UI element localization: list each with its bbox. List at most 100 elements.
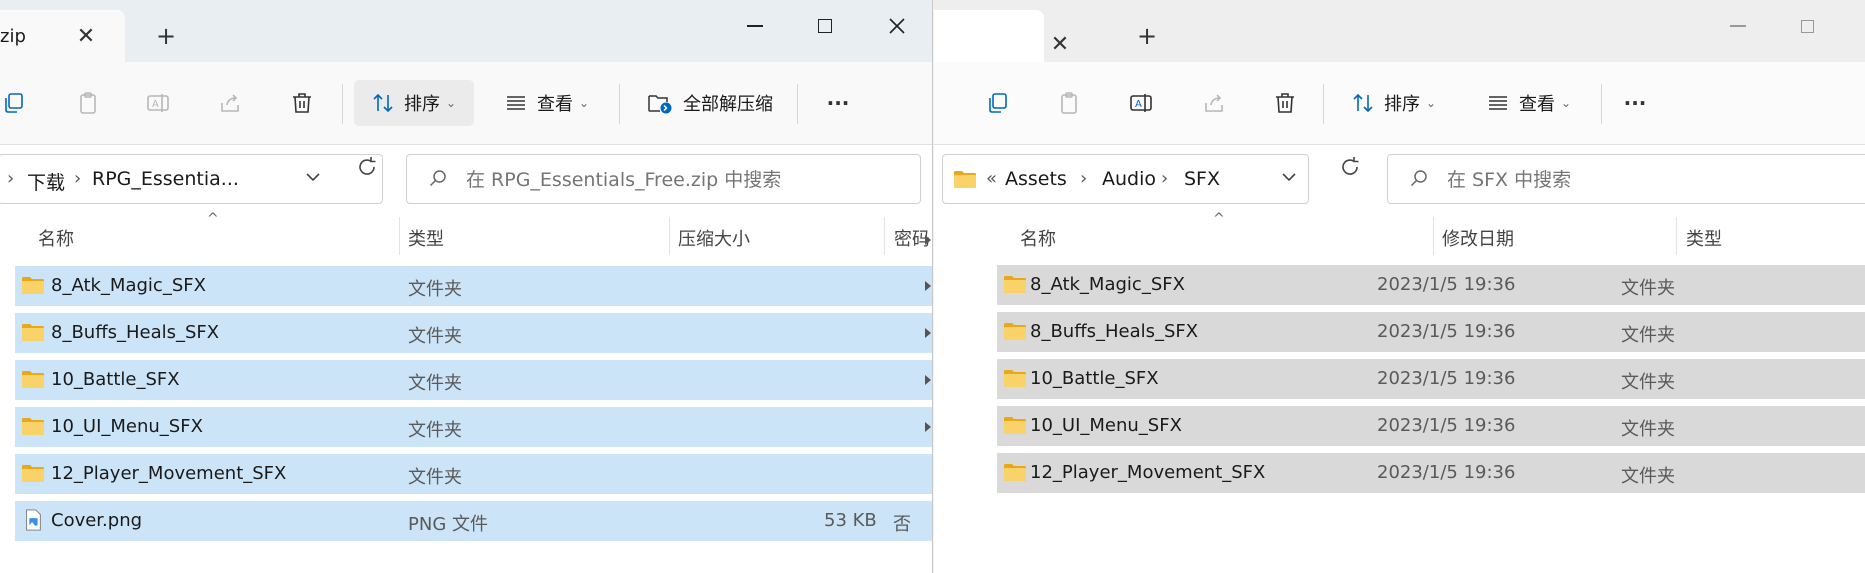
item-date-modified: 2023/1/5 19:36 bbox=[1377, 462, 1516, 483]
sort-icon bbox=[1353, 93, 1373, 113]
more-options-button[interactable]: ··· bbox=[818, 80, 858, 126]
paste-button[interactable] bbox=[1051, 80, 1087, 126]
trash-icon bbox=[1276, 93, 1294, 113]
view-button[interactable]: 查看 ⌄ bbox=[492, 80, 602, 126]
column-header-name[interactable]: 名称 bbox=[38, 225, 74, 251]
item-name: 10_UI_Menu_SFX bbox=[51, 416, 203, 437]
address-bar[interactable]: « Assets › Audio › SFX bbox=[942, 154, 1309, 204]
list-row[interactable]: Cover.png PNG 文件 53 KB 否 bbox=[15, 501, 932, 541]
column-divider[interactable] bbox=[1433, 217, 1434, 255]
breadcrumb-item-zip[interactable]: RPG_Essentia... bbox=[92, 168, 239, 190]
tab-close-icon[interactable]: ✕ bbox=[1047, 32, 1073, 57]
column-divider[interactable] bbox=[1676, 217, 1677, 255]
delete-button[interactable] bbox=[284, 80, 320, 126]
search-input[interactable] bbox=[1445, 164, 1809, 196]
refresh-icon[interactable] bbox=[355, 155, 379, 185]
scroll-marker-icon bbox=[925, 328, 931, 338]
list-row[interactable]: 8_Atk_Magic_SFX 文件夹 bbox=[15, 266, 932, 306]
maximize-icon bbox=[1800, 19, 1814, 33]
column-header-type[interactable]: 类型 bbox=[408, 225, 444, 251]
png-file-icon bbox=[23, 509, 43, 531]
column-header-name[interactable]: 名称 bbox=[1020, 225, 1056, 251]
item-name: 10_UI_Menu_SFX bbox=[1030, 415, 1182, 436]
search-box[interactable] bbox=[406, 154, 921, 204]
item-name: Cover.png bbox=[51, 510, 143, 531]
chevron-down-icon: ⌄ bbox=[445, 96, 457, 110]
view-icon bbox=[1488, 96, 1507, 110]
list-row[interactable]: 8_Buffs_Heals_SFX 文件夹 bbox=[15, 313, 932, 353]
item-name: 12_Player_Movement_SFX bbox=[1030, 462, 1266, 483]
refresh-icon[interactable] bbox=[1338, 155, 1362, 185]
more-options-button[interactable]: ··· bbox=[1615, 80, 1655, 126]
breadcrumb-item-downloads[interactable]: 下载 bbox=[27, 168, 65, 195]
copy-button[interactable] bbox=[980, 80, 1016, 126]
search-input[interactable] bbox=[464, 164, 828, 196]
maximize-button[interactable] bbox=[1783, 8, 1831, 44]
paste-button[interactable] bbox=[70, 80, 106, 126]
address-dropdown-chevron-icon[interactable] bbox=[305, 169, 321, 189]
folder-icon bbox=[953, 169, 977, 189]
share-button[interactable] bbox=[212, 80, 248, 126]
sort-ascending-icon: ^ bbox=[1213, 211, 1225, 227]
minimize-button[interactable] bbox=[1714, 8, 1762, 44]
breadcrumb-separator: › bbox=[1161, 168, 1169, 189]
command-bar: A 排序 ⌄ 查看 ⌄ ··· bbox=[934, 62, 1865, 145]
search-box[interactable] bbox=[1387, 154, 1865, 204]
toolbar-divider bbox=[342, 84, 343, 124]
column-header-type[interactable]: 类型 bbox=[1686, 225, 1722, 251]
breadcrumb-item-assets[interactable]: Assets bbox=[1005, 168, 1067, 190]
item-date-modified: 2023/1/5 19:36 bbox=[1377, 415, 1516, 436]
close-button[interactable] bbox=[873, 8, 921, 44]
breadcrumb-item-sfx[interactable]: SFX bbox=[1184, 168, 1220, 190]
item-name: 10_Battle_SFX bbox=[51, 369, 180, 390]
column-header-date-modified[interactable]: 修改日期 bbox=[1442, 225, 1514, 251]
maximize-button[interactable] bbox=[801, 8, 849, 44]
list-row[interactable]: 12_Player_Movement_SFX 文件夹 bbox=[15, 454, 932, 494]
column-divider[interactable] bbox=[399, 217, 400, 255]
sort-button[interactable]: 排序 ⌄ bbox=[354, 80, 474, 126]
minimize-button[interactable] bbox=[731, 8, 779, 44]
list-row[interactable]: 8_Buffs_Heals_SFX 2023/1/5 19:36 文件夹 bbox=[997, 312, 1865, 352]
list-row[interactable]: 8_Atk_Magic_SFX 2023/1/5 19:36 文件夹 bbox=[997, 265, 1865, 305]
scroll-marker-icon bbox=[925, 422, 931, 432]
copy-button[interactable] bbox=[0, 80, 32, 126]
item-type: 文件夹 bbox=[1621, 419, 1675, 440]
folder-icon bbox=[21, 275, 45, 295]
list-row[interactable]: 12_Player_Movement_SFX 2023/1/5 19:36 文件… bbox=[997, 453, 1865, 493]
minimize-icon bbox=[747, 25, 763, 27]
address-dropdown-chevron-icon[interactable] bbox=[1281, 169, 1297, 189]
list-row[interactable]: 10_UI_Menu_SFX 2023/1/5 19:36 文件夹 bbox=[997, 406, 1865, 446]
rename-button[interactable]: A bbox=[1123, 80, 1159, 126]
new-tab-icon[interactable]: + bbox=[1132, 22, 1162, 50]
address-bar[interactable]: › 下载 › RPG_Essentia... bbox=[0, 154, 383, 204]
share-button[interactable] bbox=[1196, 80, 1232, 126]
sort-button[interactable]: 排序 ⌄ bbox=[1339, 80, 1449, 126]
list-row[interactable]: 10_UI_Menu_SFX 文件夹 bbox=[15, 407, 932, 447]
breadcrumb-separator: › bbox=[74, 168, 82, 189]
view-label: 查看 bbox=[536, 94, 573, 115]
breadcrumb-overflow-icon[interactable]: « bbox=[986, 168, 997, 189]
folder-icon bbox=[1003, 321, 1027, 341]
sort-ascending-icon: ^ bbox=[207, 211, 219, 227]
delete-button[interactable] bbox=[1267, 80, 1303, 126]
column-divider[interactable] bbox=[669, 217, 670, 255]
toolbar-divider bbox=[1601, 84, 1602, 124]
column-header-compressed-size[interactable]: 压缩大小 bbox=[678, 225, 750, 251]
item-type: 文件夹 bbox=[1621, 372, 1675, 393]
list-row[interactable]: 10_Battle_SFX 2023/1/5 19:36 文件夹 bbox=[997, 359, 1865, 399]
chevron-down-icon: ⌄ bbox=[1560, 96, 1572, 110]
more-options-icon: ··· bbox=[826, 91, 850, 115]
item-type: 文件夹 bbox=[1621, 325, 1675, 346]
list-row[interactable]: 10_Battle_SFX 文件夹 bbox=[15, 360, 932, 400]
extract-all-button[interactable]: 全部解压缩 bbox=[640, 80, 780, 126]
view-button[interactable]: 查看 ⌄ bbox=[1474, 80, 1584, 126]
close-icon bbox=[889, 18, 905, 34]
breadcrumb-separator: › bbox=[1080, 168, 1088, 189]
tab-zip[interactable]: zip ✕ bbox=[0, 10, 125, 62]
breadcrumb-item-audio[interactable]: Audio bbox=[1102, 168, 1156, 190]
tab-sfx[interactable]: ✕ bbox=[934, 10, 1069, 62]
new-tab-icon[interactable]: + bbox=[151, 22, 181, 50]
rename-button[interactable]: A bbox=[140, 80, 176, 126]
column-divider[interactable] bbox=[884, 217, 885, 255]
tab-close-icon[interactable]: ✕ bbox=[73, 24, 99, 49]
